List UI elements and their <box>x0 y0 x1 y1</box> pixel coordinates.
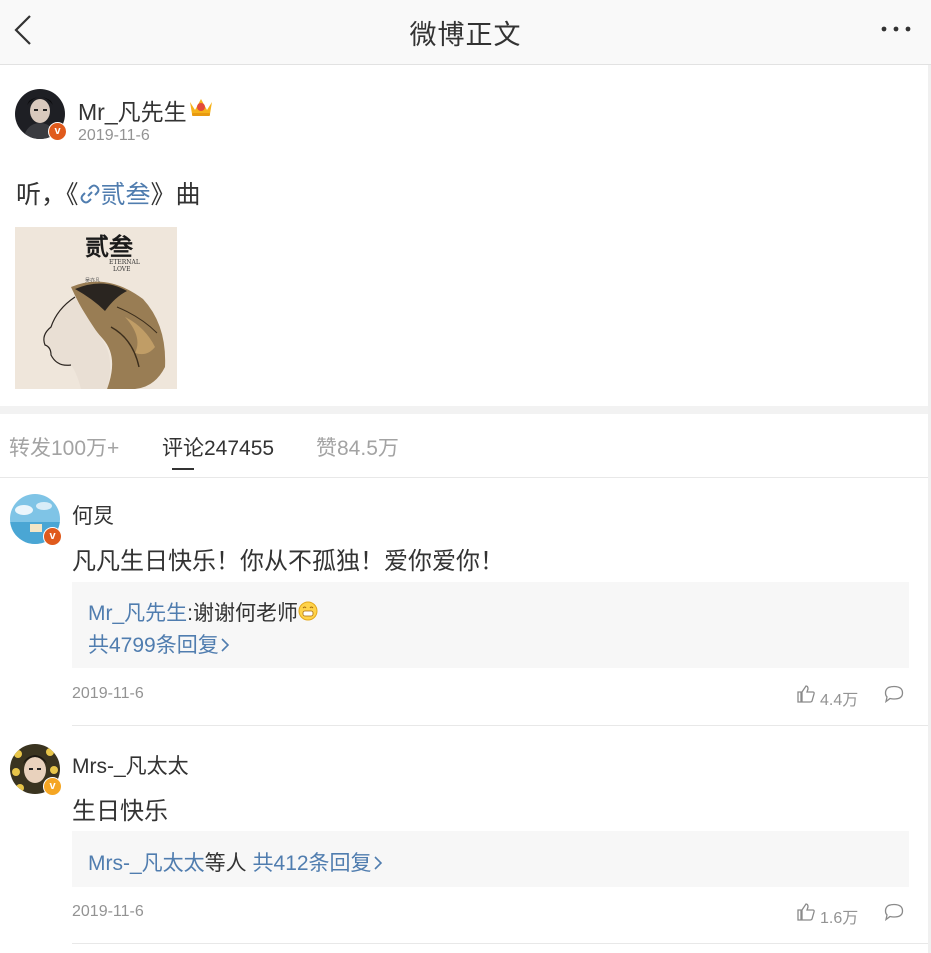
thumbs-up-icon[interactable] <box>796 902 816 922</box>
commenter-name[interactable]: Mrs-_凡太太 <box>72 750 189 780</box>
comment-timestamp: 2019-11-6 <box>72 685 144 702</box>
verified-badge-icon: v <box>43 777 62 796</box>
commenter-avatar[interactable]: v <box>10 744 62 796</box>
section-divider <box>0 406 931 414</box>
reply-mid-text: 等人 <box>204 852 247 875</box>
commenter-name[interactable]: 何炅 <box>72 500 114 530</box>
reply-bubble-icon[interactable] <box>884 903 904 921</box>
commenter-avatar[interactable]: v <box>10 494 62 546</box>
post-timestamp: 2019-11-6 <box>78 127 150 144</box>
post-text-prefix: 听，《 <box>16 181 79 209</box>
top-nav-bar: 微博正文 <box>0 0 931 65</box>
comment-text: 凡凡生日快乐！你从不孤独！爱你爱你！ <box>72 548 504 575</box>
reply-preview-line: Mrs-_凡太太等人 共412条回复 <box>88 847 383 877</box>
like-count: 4.4万 <box>820 692 859 709</box>
post-text-suffix: 》曲 <box>150 181 201 209</box>
link-icon <box>80 184 100 204</box>
cover-subtitle-2: LOVE <box>113 266 131 273</box>
cover-title: 贰叁 <box>85 232 134 261</box>
reply-author[interactable]: Mr_凡先生 <box>88 602 187 625</box>
post-body: 听，《 贰叁》曲 <box>16 175 201 211</box>
comment-timestamp: 2019-11-6 <box>72 903 144 920</box>
reply-preview-box[interactable]: Mr_凡先生:谢谢何老师 共4799条回复 <box>72 582 909 668</box>
reply-bubble-icon[interactable] <box>884 685 904 703</box>
view-replies-link[interactable]: 共4799条回复 <box>88 629 230 659</box>
reply-author[interactable]: Mrs-_凡太太 <box>88 852 205 875</box>
music-link-label: 贰叁 <box>100 181 151 209</box>
page-title: 微博正文 <box>409 20 522 50</box>
view-replies-link[interactable]: 共412条回复 <box>253 852 383 875</box>
post-author-avatar[interactable]: v <box>15 89 67 141</box>
grin-emoji-icon <box>298 601 318 621</box>
comment-text: 生日快乐 <box>72 798 168 825</box>
verified-badge-icon: v <box>43 527 62 546</box>
chevron-right-icon <box>221 638 229 652</box>
cover-subtitle-1: ETERNAL <box>109 259 140 266</box>
tab-reposts[interactable]: 转发100万+ <box>9 432 119 462</box>
comment-divider <box>72 725 931 726</box>
reply-text: :谢谢何老师 <box>187 602 299 625</box>
active-tab-indicator <box>172 468 194 470</box>
crown-membership-icon <box>190 99 212 116</box>
tab-likes[interactable]: 赞84.5万 <box>316 432 399 462</box>
weibo-post: v Mr_凡先生 2019-11-6 听，《 贰叁》曲 贰叁 ETERNAL LO… <box>0 65 931 406</box>
reply-count: 共4799条回复 <box>88 634 219 657</box>
reply-preview-box[interactable]: Mrs-_凡太太等人 共412条回复 <box>72 831 909 887</box>
more-options-icon[interactable] <box>879 18 913 40</box>
interaction-tabs: 转发100万+ 评论247455 赞84.5万 <box>0 414 931 478</box>
like-count: 1.6万 <box>820 910 859 927</box>
reply-preview-line: Mr_凡先生:谢谢何老师 <box>88 597 318 627</box>
verified-badge-icon: v <box>48 122 67 141</box>
album-cover-image[interactable]: 贰叁 ETERNAL LOVE 吴亦凡 <box>15 227 177 389</box>
music-link[interactable]: 贰叁 <box>79 181 151 209</box>
thumbs-up-icon[interactable] <box>796 684 816 704</box>
post-author-name[interactable]: Mr_凡先生 <box>78 93 187 127</box>
tab-comments[interactable]: 评论247455 <box>162 432 274 462</box>
chevron-right-icon <box>373 856 382 870</box>
comment-divider <box>72 943 931 944</box>
reply-count: 共412条回复 <box>252 852 372 875</box>
